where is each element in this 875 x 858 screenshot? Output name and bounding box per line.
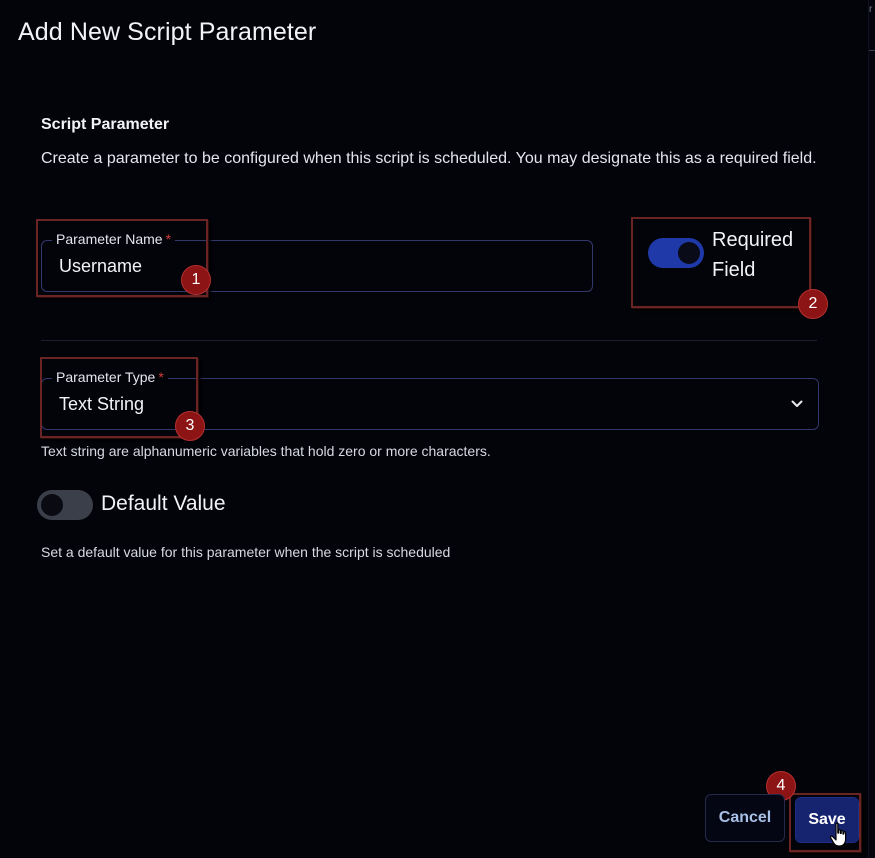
chevron-down-icon[interactable] [790, 397, 804, 411]
save-button[interactable]: Save [795, 797, 859, 843]
default-value-toggle[interactable] [37, 490, 93, 520]
parameter-type-selected-value: Text String [59, 394, 145, 414]
section-description: Create a parameter to be configured when… [41, 150, 817, 167]
annotation-badge-3: 3 [175, 411, 205, 441]
parameter-type-select[interactable]: Parameter Type * Text String [41, 369, 819, 430]
adjacent-panel-text-sliver: r [869, 4, 873, 15]
required-field-toggle[interactable] [648, 238, 704, 268]
add-script-parameter-dialog: r Add New Script Parameter Script Parame… [0, 0, 875, 858]
default-value-helper-text: Set a default value for this parameter w… [41, 544, 451, 560]
parameter-name-field[interactable]: Parameter Name * Username [41, 231, 593, 292]
required-field-label: Required Field [712, 229, 794, 281]
cancel-button[interactable]: Cancel [705, 794, 785, 842]
required-asterisk: * [158, 369, 164, 385]
dialog-title: Add New Script Parameter [18, 18, 317, 46]
toggle-knob [41, 494, 63, 516]
section-heading: Script Parameter [41, 116, 170, 133]
parameter-type-helper-text: Text string are alphanumeric variables t… [41, 443, 491, 459]
parameter-type-label: Parameter Type * [52, 369, 168, 385]
required-asterisk: * [165, 231, 172, 247]
annotation-badge-1: 1 [181, 265, 211, 295]
parameter-name-input-value[interactable]: Username [59, 256, 142, 277]
toggle-knob [678, 242, 700, 264]
adjacent-panel-divider [869, 50, 875, 51]
annotation-badge-2: 2 [798, 289, 828, 319]
default-value-label: Default Value [101, 492, 226, 515]
section-divider [41, 340, 817, 341]
parameter-name-label: Parameter Name * [52, 231, 176, 247]
adjacent-panel-edge: r [868, 0, 875, 858]
